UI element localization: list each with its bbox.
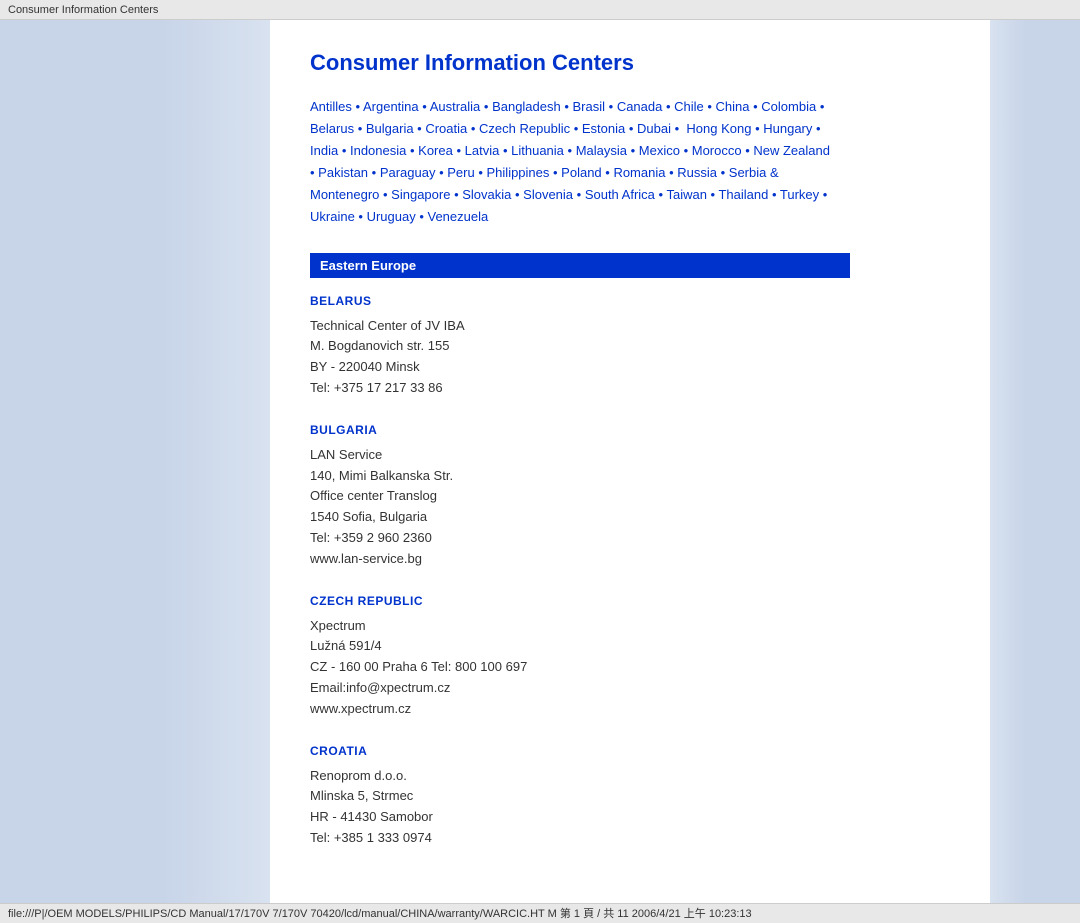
link-ukraine[interactable]: Ukraine (310, 209, 355, 224)
link-romania[interactable]: Romania (613, 165, 665, 180)
page-title: Consumer Information Centers (310, 50, 850, 76)
title-bar-text: Consumer Information Centers (8, 4, 158, 16)
link-south-africa[interactable]: South Africa (585, 187, 655, 202)
link-korea[interactable]: Korea (418, 143, 453, 158)
country-title-belarus: BELARUS (310, 294, 850, 308)
link-serbia[interactable]: Serbia & (729, 165, 779, 180)
country-section-belarus: BELARUS Technical Center of JV IBA M. Bo… (310, 294, 850, 399)
link-taiwan[interactable]: Taiwan (666, 187, 706, 202)
link-latvia[interactable]: Latvia (465, 143, 500, 158)
country-section-bulgaria: BULGARIA LAN Service 140, Mimi Balkanska… (310, 423, 850, 570)
link-morocco[interactable]: Morocco (692, 143, 742, 158)
link-colombia[interactable]: Colombia (761, 99, 816, 114)
country-title-czech-republic: CZECH REPUBLIC (310, 594, 850, 608)
country-info-bulgaria: LAN Service 140, Mimi Balkanska Str. Off… (310, 445, 850, 570)
link-lithuania[interactable]: Lithuania (511, 143, 564, 158)
country-section-czech-republic: CZECH REPUBLIC Xpectrum Lužná 591/4 CZ -… (310, 594, 850, 720)
link-antilles[interactable]: Antilles (310, 99, 352, 114)
links-paragraph: Antilles • Argentina • Australia • Bangl… (310, 96, 850, 229)
link-bangladesh[interactable]: Bangladesh (492, 99, 561, 114)
link-venezuela[interactable]: Venezuela (428, 209, 489, 224)
link-indonesia[interactable]: Indonesia (350, 143, 406, 158)
title-bar: Consumer Information Centers (0, 0, 1080, 20)
link-malaysia[interactable]: Malaysia (576, 143, 627, 158)
section-header: Eastern Europe (310, 253, 850, 278)
link-mexico[interactable]: Mexico (639, 143, 680, 158)
link-slovenia[interactable]: Slovenia (523, 187, 573, 202)
link-peru[interactable]: Peru (447, 165, 474, 180)
link-argentina[interactable]: Argentina (363, 99, 419, 114)
link-croatia[interactable]: Croatia (425, 121, 467, 136)
status-bar: file:///P|/OEM MODELS/PHILIPS/CD Manual/… (0, 903, 1080, 923)
link-czech-republic[interactable]: Czech Republic (479, 121, 570, 136)
link-uruguay[interactable]: Uruguay (367, 209, 416, 224)
link-australia[interactable]: Australia (430, 99, 481, 114)
link-bulgaria[interactable]: Bulgaria (366, 121, 414, 136)
link-new-zealand[interactable]: New Zealand (753, 143, 830, 158)
link-slovakia[interactable]: Slovakia (462, 187, 511, 202)
link-brasil[interactable]: Brasil (573, 99, 606, 114)
link-estonia[interactable]: Estonia (582, 121, 625, 136)
link-hungary[interactable]: Hungary (763, 121, 812, 136)
page-content: Consumer Information Centers Antilles • … (270, 20, 890, 903)
link-pakistan[interactable]: Pakistan (318, 165, 368, 180)
link-belarus[interactable]: Belarus (310, 121, 354, 136)
country-title-bulgaria: BULGARIA (310, 423, 850, 437)
right-sidebar (990, 20, 1080, 903)
country-info-czech-republic: Xpectrum Lužná 591/4 CZ - 160 00 Praha 6… (310, 616, 850, 720)
link-hong-kong[interactable]: Hong Kong (686, 121, 751, 136)
link-philippines[interactable]: Philippines (487, 165, 550, 180)
main-content-wrapper: Consumer Information Centers Antilles • … (270, 20, 990, 903)
country-info-belarus: Technical Center of JV IBA M. Bogdanovic… (310, 316, 850, 399)
link-canada[interactable]: Canada (617, 99, 663, 114)
country-info-croatia: Renoprom d.o.o. Mlinska 5, Strmec HR - 4… (310, 766, 850, 849)
link-thailand[interactable]: Thailand (718, 187, 768, 202)
link-paraguay[interactable]: Paraguay (380, 165, 436, 180)
link-montenegro[interactable]: Montenegro (310, 187, 379, 202)
link-china[interactable]: China (716, 99, 750, 114)
link-singapore[interactable]: Singapore (391, 187, 450, 202)
link-turkey[interactable]: Turkey (780, 187, 819, 202)
status-bar-text: file:///P|/OEM MODELS/PHILIPS/CD Manual/… (8, 905, 752, 921)
link-india[interactable]: India (310, 143, 338, 158)
left-sidebar (0, 20, 270, 903)
link-chile[interactable]: Chile (674, 99, 704, 114)
country-section-croatia: CROATIA Renoprom d.o.o. Mlinska 5, Strme… (310, 744, 850, 849)
link-dubai[interactable]: Dubai (637, 121, 671, 136)
country-title-croatia: CROATIA (310, 744, 850, 758)
link-poland[interactable]: Poland (561, 165, 601, 180)
link-russia[interactable]: Russia (677, 165, 717, 180)
